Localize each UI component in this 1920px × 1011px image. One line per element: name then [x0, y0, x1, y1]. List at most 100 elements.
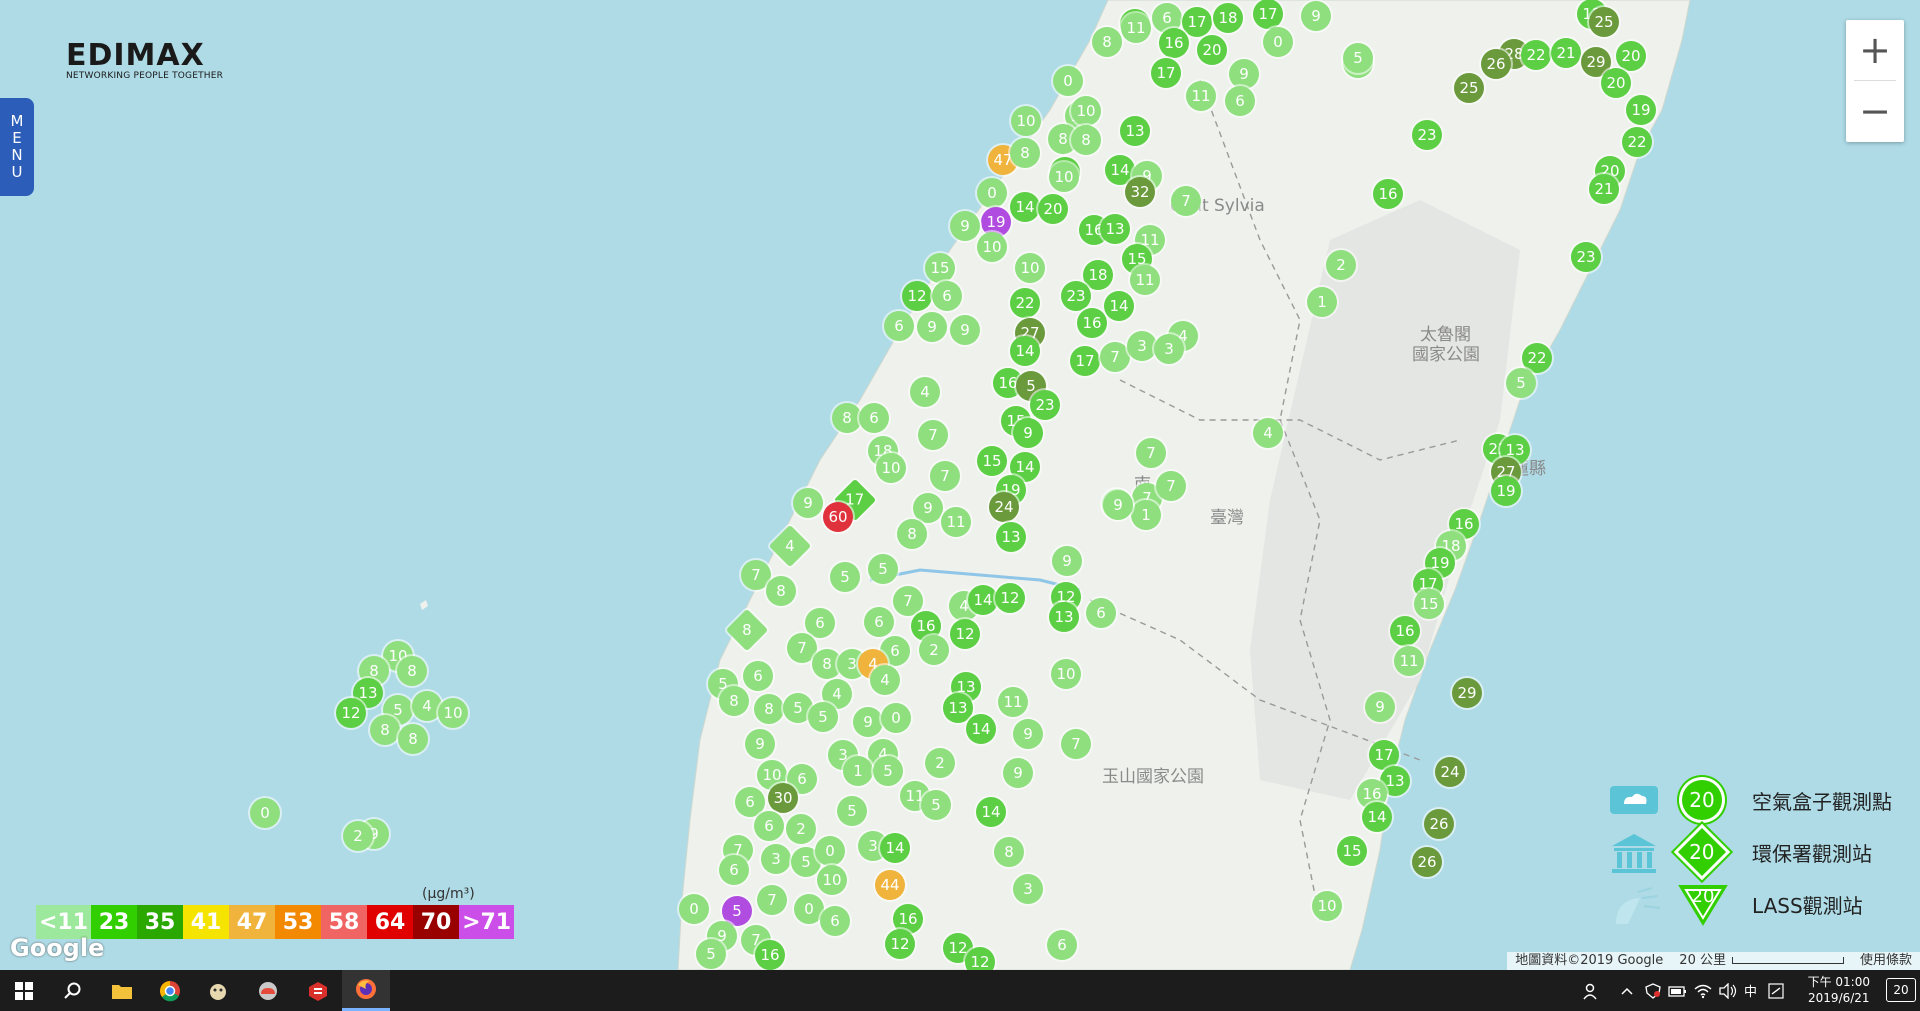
airbox-sensor-marker[interactable]: 9: [1013, 418, 1043, 448]
airbox-sensor-marker[interactable]: 10: [817, 865, 847, 895]
airbox-sensor-marker[interactable]: 9: [1301, 1, 1331, 31]
airbox-sensor-marker[interactable]: 5: [696, 939, 726, 969]
airbox-sensor-marker[interactable]: 11: [941, 507, 971, 537]
airbox-sensor-marker[interactable]: 9: [1229, 59, 1259, 89]
airbox-sensor-marker[interactable]: 11: [1394, 646, 1424, 676]
airbox-sensor-marker[interactable]: 7: [1061, 729, 1091, 759]
airbox-sensor-marker[interactable]: 6: [743, 661, 773, 691]
airbox-sensor-marker[interactable]: 22: [1521, 40, 1551, 70]
airbox-sensor-marker[interactable]: 2: [786, 814, 816, 844]
airbox-sensor-marker[interactable]: 15: [977, 446, 1007, 476]
airbox-sensor-marker[interactable]: 16: [755, 940, 785, 970]
airbox-sensor-marker[interactable]: 25: [1454, 73, 1484, 103]
airbox-sensor-marker[interactable]: 16: [1159, 28, 1189, 58]
airbox-sensor-marker[interactable]: 5: [837, 796, 867, 826]
app-mascot-button[interactable]: [194, 970, 242, 1011]
airbox-sensor-marker[interactable]: 9: [1013, 719, 1043, 749]
airbox-sensor-marker[interactable]: 6: [1086, 598, 1116, 628]
airbox-sensor-marker[interactable]: 10: [1049, 162, 1079, 192]
airbox-sensor-marker[interactable]: 5: [1343, 43, 1373, 73]
airbox-sensor-marker[interactable]: 6: [1225, 86, 1255, 116]
people-button[interactable]: [1582, 970, 1602, 1011]
airbox-sensor-marker[interactable]: 14: [880, 833, 910, 863]
airbox-sensor-marker[interactable]: 9: [913, 493, 943, 523]
airbox-sensor-marker[interactable]: 8: [1092, 27, 1122, 57]
airbox-sensor-marker[interactable]: 10: [1312, 891, 1342, 921]
airbox-sensor-marker[interactable]: 60: [823, 502, 853, 532]
airbox-sensor-marker[interactable]: 12: [336, 698, 366, 728]
airbox-sensor-marker[interactable]: 15: [1414, 589, 1444, 619]
tray-wifi-button[interactable]: [1694, 970, 1712, 1011]
airbox-sensor-marker[interactable]: 10: [1011, 106, 1041, 136]
attribution-data[interactable]: 地圖資料©2019 Google: [1507, 952, 1671, 970]
airbox-sensor-marker[interactable]: 8: [398, 724, 428, 754]
tray-volume-button[interactable]: [1718, 970, 1738, 1011]
airbox-sensor-marker[interactable]: 12: [995, 583, 1025, 613]
airbox-sensor-marker[interactable]: 4: [910, 377, 940, 407]
airbox-sensor-marker[interactable]: 26: [1412, 847, 1442, 877]
airbox-sensor-marker[interactable]: 0: [679, 894, 709, 924]
airbox-sensor-marker[interactable]: 17: [1253, 0, 1283, 29]
airbox-sensor-marker[interactable]: 3: [1013, 874, 1043, 904]
airbox-sensor-marker[interactable]: 0: [977, 178, 1007, 208]
airbox-sensor-marker[interactable]: 9: [1052, 546, 1082, 576]
airbox-sensor-marker[interactable]: 30: [768, 783, 798, 813]
airbox-sensor-marker[interactable]: 10: [1071, 96, 1101, 126]
airbox-sensor-marker[interactable]: 9: [950, 211, 980, 241]
airbox-sensor-marker[interactable]: 26: [1424, 809, 1454, 839]
airbox-sensor-marker[interactable]: 8: [766, 576, 796, 606]
airbox-sensor-marker[interactable]: 7: [1171, 186, 1201, 216]
airbox-sensor-marker[interactable]: 29: [1452, 678, 1482, 708]
airbox-sensor-marker[interactable]: 10: [1051, 659, 1081, 689]
airbox-sensor-marker[interactable]: 9: [745, 729, 775, 759]
airbox-sensor-marker[interactable]: 5: [808, 702, 838, 732]
search-button[interactable]: [48, 970, 96, 1011]
airbox-sensor-marker[interactable]: 2: [343, 821, 373, 851]
airbox-sensor-marker[interactable]: 0: [1263, 27, 1293, 57]
airbox-sensor-marker[interactable]: 23: [1412, 120, 1442, 150]
airbox-sensor-marker[interactable]: 6: [932, 281, 962, 311]
airbox-sensor-marker[interactable]: 1: [843, 756, 873, 786]
airbox-sensor-marker[interactable]: 16: [1373, 179, 1403, 209]
menu-tab-button[interactable]: M E N U: [0, 98, 34, 196]
epa-station-marker[interactable]: 4: [768, 524, 812, 568]
airbox-sensor-marker[interactable]: 9: [1103, 490, 1133, 520]
airbox-sensor-marker[interactable]: 23: [1061, 281, 1091, 311]
airbox-sensor-marker[interactable]: 10: [1015, 253, 1045, 283]
airbox-sensor-marker[interactable]: 22: [1010, 288, 1040, 318]
airbox-sensor-marker[interactable]: 7: [930, 461, 960, 491]
airbox-sensor-marker[interactable]: 8: [397, 656, 427, 686]
tray-security-button[interactable]: [1644, 970, 1662, 1011]
map-scale[interactable]: 20 公里: [1671, 952, 1852, 970]
airbox-sensor-marker[interactable]: 17: [1182, 7, 1212, 37]
airbox-sensor-marker[interactable]: 7: [1136, 438, 1166, 468]
airbox-sensor-marker[interactable]: 14: [976, 797, 1006, 827]
taskbar-clock[interactable]: 下午 01:00 2019/6/21: [1808, 974, 1870, 1006]
airbox-sensor-marker[interactable]: 23: [1030, 390, 1060, 420]
airbox-sensor-marker[interactable]: 22: [1622, 127, 1652, 157]
airbox-sensor-marker[interactable]: 7: [1156, 471, 1186, 501]
epa-station-marker[interactable]: 8: [725, 608, 769, 652]
airbox-sensor-marker[interactable]: 17: [1070, 346, 1100, 376]
airbox-sensor-marker[interactable]: 25: [1589, 7, 1619, 37]
airbox-sensor-marker[interactable]: 5: [1506, 368, 1536, 398]
chrome-button[interactable]: [146, 970, 194, 1011]
airbox-sensor-marker[interactable]: 6: [805, 608, 835, 638]
airbox-sensor-marker[interactable]: 17: [1151, 58, 1181, 88]
airbox-sensor-marker[interactable]: 6: [884, 311, 914, 341]
airbox-sensor-marker[interactable]: 3: [761, 844, 791, 874]
airbox-sensor-marker[interactable]: 16: [1390, 616, 1420, 646]
airbox-sensor-marker[interactable]: 8: [1010, 138, 1040, 168]
airbox-sensor-marker[interactable]: 0: [881, 703, 911, 733]
airbox-sensor-marker[interactable]: 5: [868, 554, 898, 584]
airbox-sensor-marker[interactable]: 13: [996, 522, 1026, 552]
airbox-sensor-marker[interactable]: 13: [1120, 116, 1150, 146]
airbox-sensor-marker[interactable]: 7: [1100, 342, 1130, 372]
airbox-sensor-marker[interactable]: 8: [994, 837, 1024, 867]
airbox-sensor-marker[interactable]: 21: [1589, 174, 1619, 204]
airbox-sensor-marker[interactable]: 16: [1077, 308, 1107, 338]
airbox-sensor-marker[interactable]: 8: [370, 715, 400, 745]
airbox-sensor-marker[interactable]: 13: [1100, 214, 1130, 244]
airbox-sensor-marker[interactable]: 20: [1601, 68, 1631, 98]
airbox-sensor-marker[interactable]: 13: [1049, 602, 1079, 632]
